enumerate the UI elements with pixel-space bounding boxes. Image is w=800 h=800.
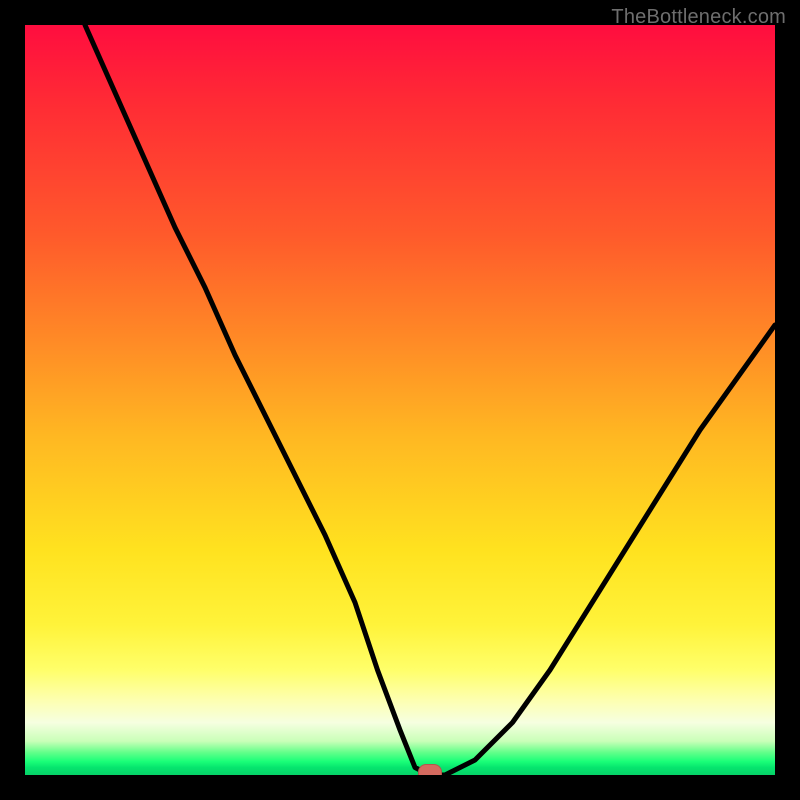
plot-area <box>25 25 775 775</box>
curve-svg <box>25 25 775 775</box>
curve-minimum-marker <box>418 764 442 775</box>
bottleneck-curve <box>85 25 775 775</box>
chart-frame: TheBottleneck.com <box>0 0 800 800</box>
watermark-label: TheBottleneck.com <box>611 6 786 29</box>
